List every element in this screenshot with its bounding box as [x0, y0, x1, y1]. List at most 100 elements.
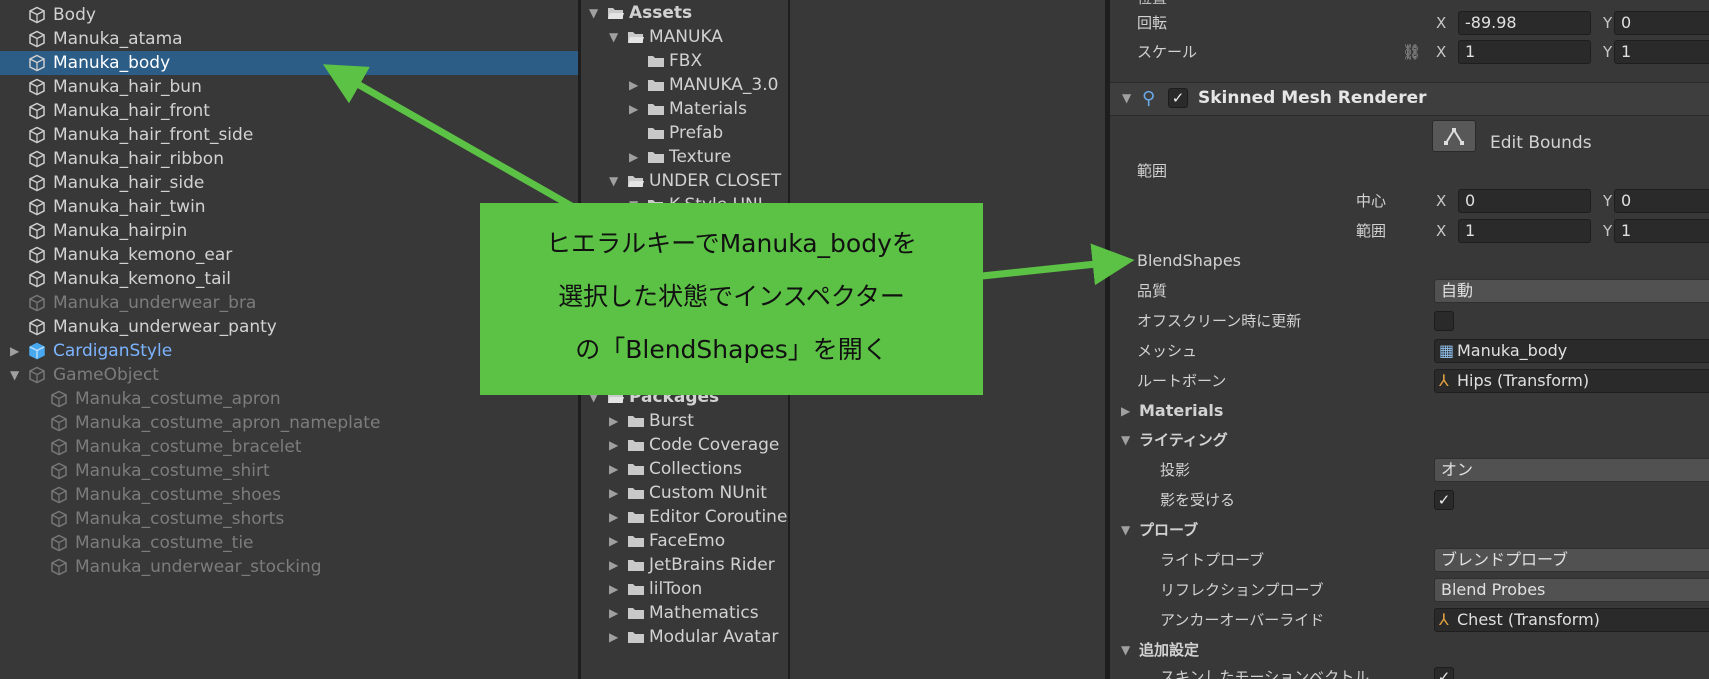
folder-icon: [628, 464, 644, 475]
root-bone-field[interactable]: ⅄ Hips (Transform): [1434, 369, 1709, 393]
project-folder-item[interactable]: ▶ JetBrains Rider: [581, 553, 788, 577]
project-folder-item[interactable]: ▶ lilToon: [581, 577, 788, 601]
foldout-right-icon[interactable]: ▶: [609, 601, 618, 625]
blendshapes-foldout[interactable]: ▶ BlendShapes: [1110, 247, 1709, 275]
component-title: Skinned Mesh Renderer: [1198, 88, 1427, 108]
foldout-right-icon[interactable]: ▶: [609, 529, 618, 553]
project-folder-item[interactable]: ▶ Editor Coroutines: [581, 505, 788, 529]
hierarchy-item[interactable]: Manuka_costume_shirt: [0, 459, 578, 483]
foldout-right-icon[interactable]: ▶: [609, 577, 618, 601]
rotation-y-field[interactable]: 0: [1614, 11, 1709, 35]
hierarchy-item[interactable]: Manuka_hair_bun: [0, 75, 578, 99]
hierarchy-item[interactable]: Manuka_hair_front: [0, 99, 578, 123]
project-folder-label: FaceEmo: [649, 531, 726, 551]
hierarchy-item[interactable]: Manuka_costume_tie: [0, 531, 578, 555]
edit-bounds-button[interactable]: [1432, 120, 1476, 152]
quality-dropdown[interactable]: 自動: [1434, 279, 1709, 303]
center-x-field[interactable]: 0: [1458, 189, 1591, 213]
component-enabled-checkbox[interactable]: ✓: [1168, 88, 1188, 108]
hierarchy-item[interactable]: Manuka_hair_side: [0, 171, 578, 195]
project-folder-item[interactable]: FBX: [581, 49, 788, 73]
project-folder-label: Code Coverage: [649, 435, 780, 455]
foldout-right-icon[interactable]: ▶: [629, 145, 638, 169]
receive-shadows-checkbox[interactable]: ✓: [1434, 490, 1454, 510]
light-probes-dropdown[interactable]: ブレンドプローブ: [1434, 548, 1709, 572]
cast-shadows-dropdown[interactable]: オン: [1434, 458, 1709, 482]
project-folder-item[interactable]: ▶ Custom NUnit: [581, 481, 788, 505]
foldout-down-icon[interactable]: ▼: [589, 1, 598, 25]
project-folder-item[interactable]: ▶ Materials: [581, 97, 788, 121]
hierarchy-item[interactable]: Manuka_costume_shoes: [0, 483, 578, 507]
foldout-right-icon[interactable]: ▶: [629, 97, 638, 121]
foldout-right-icon[interactable]: ▶: [629, 73, 638, 97]
hierarchy-item[interactable]: Manuka_underwear_stocking: [0, 555, 578, 579]
skinned-motion-vectors-checkbox[interactable]: ✓: [1434, 667, 1454, 679]
foldout-down-icon[interactable]: ▼: [1121, 516, 1130, 544]
foldout-right-icon[interactable]: ▶: [609, 625, 618, 649]
offscreen-update-checkbox[interactable]: [1434, 311, 1454, 331]
project-folder-item[interactable]: ▼ Assets: [581, 1, 788, 25]
foldout-right-icon[interactable]: ▶: [609, 505, 618, 529]
gameobject-icon: [29, 78, 45, 96]
foldout-right-icon[interactable]: ▶: [1121, 397, 1130, 425]
project-folder-label: Mathematics: [649, 603, 759, 623]
scale-label: スケール: [1137, 43, 1198, 61]
hierarchy-item[interactable]: Manuka_body: [0, 51, 578, 75]
component-header[interactable]: ▼ ⚲ ✓ Skinned Mesh Renderer: [1110, 82, 1709, 116]
reflection-probes-dropdown[interactable]: Blend Probes: [1434, 578, 1709, 602]
foldout-down-icon[interactable]: ▼: [1121, 636, 1130, 664]
project-folder-item[interactable]: ▼ MANUKA: [581, 25, 788, 49]
extent-x-field[interactable]: 1: [1458, 219, 1591, 243]
hierarchy-item[interactable]: Manuka_costume_apron_nameplate: [0, 411, 578, 435]
probes-foldout[interactable]: ▼ プローブ: [1110, 516, 1709, 544]
anchor-override-label: アンカーオーバーライド: [1160, 611, 1325, 629]
project-folder-item[interactable]: ▶ Code Coverage: [581, 433, 788, 457]
additional-settings-foldout[interactable]: ▼ 追加設定: [1110, 636, 1709, 664]
foldout-down-icon[interactable]: ▼: [609, 25, 618, 49]
project-folder-item[interactable]: ▶ Burst: [581, 409, 788, 433]
foldout-right-icon[interactable]: ▶: [609, 457, 618, 481]
skinned-mesh-icon: ⚲: [1142, 88, 1156, 109]
folder-icon: [628, 560, 644, 571]
hierarchy-item-label: Manuka_underwear_panty: [53, 317, 277, 337]
project-folder-item[interactable]: ▼ UNDER CLOSET: [581, 169, 788, 193]
folder-icon: [628, 536, 644, 547]
foldout-triangle-icon[interactable]: ▼: [1122, 91, 1131, 105]
anchor-override-field[interactable]: ⅄ Chest (Transform): [1434, 608, 1709, 632]
project-folder-item[interactable]: Prefab: [581, 121, 788, 145]
project-folder-item[interactable]: ▶ Texture: [581, 145, 788, 169]
foldout-right-icon[interactable]: ▶: [609, 553, 618, 577]
hierarchy-item[interactable]: Manuka_atama: [0, 27, 578, 51]
mesh-field[interactable]: ▦ Manuka_body: [1434, 339, 1709, 363]
hierarchy-item[interactable]: Manuka_costume_shorts: [0, 507, 578, 531]
hierarchy-item[interactable]: Manuka_costume_bracelet: [0, 435, 578, 459]
hierarchy-item[interactable]: Manuka_hair_ribbon: [0, 147, 578, 171]
gameobject-icon: [29, 174, 45, 192]
project-folder-item[interactable]: ▶ FaceEmo: [581, 529, 788, 553]
foldout-right-icon[interactable]: ▶: [1121, 247, 1130, 275]
project-folder-item[interactable]: ▶ MANUKA_3.0: [581, 73, 788, 97]
extent-label: 範囲: [1356, 222, 1387, 240]
rotation-x-field[interactable]: -89.98: [1458, 11, 1591, 35]
project-folder-item[interactable]: ▶ Collections: [581, 457, 788, 481]
folder-icon: [648, 80, 664, 91]
foldout-down-icon[interactable]: ▼: [609, 169, 618, 193]
hierarchy-item[interactable]: Manuka_hair_front_side: [0, 123, 578, 147]
center-y-field[interactable]: 0: [1614, 189, 1709, 213]
extent-y-field[interactable]: 1: [1614, 219, 1709, 243]
materials-foldout[interactable]: ▶ Materials: [1110, 397, 1709, 425]
reflection-probes-label: リフレクションプローブ: [1160, 581, 1324, 599]
foldout-down-icon[interactable]: ▼: [10, 363, 19, 387]
foldout-down-icon[interactable]: ▼: [1121, 426, 1130, 454]
foldout-right-icon[interactable]: ▶: [609, 481, 618, 505]
scale-y-field[interactable]: 1: [1614, 40, 1709, 64]
scale-x-field[interactable]: 1: [1458, 40, 1591, 64]
hierarchy-item[interactable]: Body: [0, 3, 578, 27]
foldout-right-icon[interactable]: ▶: [609, 433, 618, 457]
link-scale-icon[interactable]: ⛓: [1402, 38, 1421, 66]
foldout-right-icon[interactable]: ▶: [10, 339, 19, 363]
foldout-right-icon[interactable]: ▶: [609, 409, 618, 433]
project-folder-item[interactable]: ▶ Modular Avatar: [581, 625, 788, 649]
project-folder-item[interactable]: ▶ Mathematics: [581, 601, 788, 625]
lighting-foldout[interactable]: ▼ ライティング: [1110, 426, 1709, 454]
